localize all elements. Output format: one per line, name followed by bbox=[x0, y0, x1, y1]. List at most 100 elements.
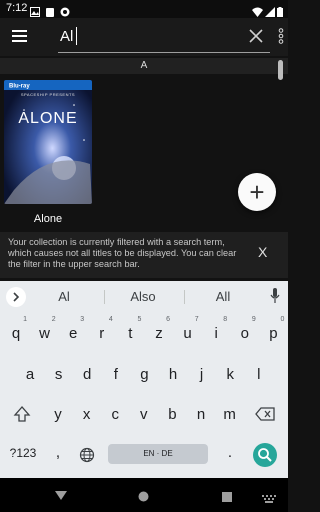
key-label: b bbox=[168, 406, 177, 423]
sync-icon bbox=[60, 4, 70, 17]
key-n[interactable]: n bbox=[187, 406, 215, 423]
key-label: j bbox=[199, 366, 204, 383]
key-j[interactable]: j bbox=[188, 366, 216, 383]
key-g[interactable]: g bbox=[130, 366, 158, 383]
key-x[interactable]: x bbox=[73, 406, 101, 423]
key-s[interactable]: s bbox=[45, 366, 73, 383]
key-label: c bbox=[111, 406, 119, 423]
search-enter-key[interactable] bbox=[253, 443, 277, 467]
suggestion-divider bbox=[104, 290, 105, 304]
menu-icon[interactable] bbox=[12, 29, 28, 43]
wifi-icon bbox=[252, 4, 263, 17]
key-label: h bbox=[168, 366, 178, 383]
key-z[interactable]: z6 bbox=[145, 316, 173, 342]
clear-search-icon[interactable] bbox=[249, 29, 263, 43]
add-movie-button[interactable]: + bbox=[238, 173, 276, 211]
key-label: t bbox=[128, 325, 133, 342]
key-o[interactable]: o9 bbox=[231, 316, 259, 342]
text-cursor bbox=[76, 27, 77, 45]
comma-key[interactable]: , bbox=[50, 444, 66, 461]
scrollbar[interactable] bbox=[278, 60, 283, 80]
key-e[interactable]: e3 bbox=[59, 316, 87, 342]
key-label: e bbox=[69, 325, 78, 342]
suggestion-1[interactable]: Al bbox=[34, 289, 94, 304]
key-label: f bbox=[113, 366, 118, 383]
suggestion-2[interactable]: Also bbox=[113, 289, 173, 304]
key-number-hint: 4 bbox=[108, 316, 113, 323]
key-label: n bbox=[196, 406, 206, 423]
key-a[interactable]: a bbox=[16, 366, 44, 383]
shift-icon[interactable] bbox=[12, 404, 32, 424]
svg-text:Blu-ray: Blu-ray bbox=[9, 84, 30, 90]
symbols-key[interactable]: ?123 bbox=[6, 446, 40, 460]
key-number-hint: 1 bbox=[23, 316, 27, 323]
key-k[interactable]: k bbox=[216, 366, 244, 383]
key-label: k bbox=[226, 366, 234, 383]
key-b[interactable]: b bbox=[158, 406, 186, 423]
key-number-hint: 8 bbox=[223, 316, 228, 323]
key-label: l bbox=[257, 366, 261, 383]
key-number-hint: 3 bbox=[80, 316, 85, 323]
key-label: i bbox=[214, 325, 218, 342]
key-q[interactable]: q1 bbox=[2, 316, 30, 342]
keyboard-switch-icon[interactable] bbox=[262, 490, 276, 503]
key-label: r bbox=[99, 325, 105, 342]
search-input[interactable]: Al bbox=[60, 28, 73, 45]
key-t[interactable]: t5 bbox=[116, 316, 144, 342]
suggestion-divider bbox=[184, 290, 185, 304]
language-globe-icon[interactable] bbox=[79, 447, 95, 463]
key-label: u bbox=[183, 325, 192, 342]
key-label: v bbox=[140, 406, 148, 423]
home-icon[interactable] bbox=[138, 489, 149, 502]
key-y[interactable]: y bbox=[44, 406, 72, 423]
suggestions-expand-button[interactable] bbox=[6, 287, 26, 307]
storage-icon bbox=[45, 4, 55, 17]
key-label: d bbox=[83, 366, 92, 383]
key-number-hint: 5 bbox=[137, 316, 142, 323]
key-label: g bbox=[140, 366, 149, 383]
key-label: x bbox=[82, 406, 91, 423]
period-key[interactable]: . bbox=[222, 444, 238, 461]
key-m[interactable]: m bbox=[216, 406, 244, 423]
key-l[interactable]: l bbox=[245, 366, 273, 383]
key-number-hint: 2 bbox=[51, 316, 56, 323]
key-label: a bbox=[25, 366, 35, 383]
suggestion-3[interactable]: All bbox=[193, 289, 253, 304]
key-number-hint: 9 bbox=[251, 316, 256, 323]
recents-icon[interactable] bbox=[222, 489, 232, 502]
key-p[interactable]: p0 bbox=[259, 316, 287, 342]
key-f[interactable]: f bbox=[102, 366, 130, 383]
key-label: p bbox=[269, 325, 278, 342]
cover-title: ALONE bbox=[18, 110, 78, 127]
key-label: q bbox=[11, 325, 21, 342]
snackbar-dismiss-button[interactable]: X bbox=[258, 244, 267, 260]
key-number-hint: 7 bbox=[194, 316, 199, 323]
key-r[interactable]: r4 bbox=[88, 316, 116, 342]
gallery-icon bbox=[30, 4, 40, 17]
cover-studio: SPACESHIP PRESENTS bbox=[20, 92, 76, 97]
space-bar[interactable]: EN · DE bbox=[108, 444, 208, 464]
key-h[interactable]: h bbox=[159, 366, 187, 383]
backspace-icon[interactable] bbox=[255, 407, 275, 421]
status-time: 7:12 bbox=[6, 2, 28, 14]
section-letter: A bbox=[140, 60, 148, 71]
plus-icon: + bbox=[249, 177, 265, 207]
key-label: y bbox=[54, 406, 62, 423]
key-w[interactable]: w2 bbox=[31, 316, 59, 342]
key-number-hint: 6 bbox=[166, 316, 170, 323]
key-c[interactable]: c bbox=[101, 406, 129, 423]
key-d[interactable]: d bbox=[73, 366, 101, 383]
key-label: s bbox=[54, 366, 63, 383]
key-v[interactable]: v bbox=[130, 406, 158, 423]
key-label: m bbox=[223, 406, 236, 423]
status-bar bbox=[0, 0, 288, 18]
key-u[interactable]: u7 bbox=[174, 316, 202, 342]
microphone-icon[interactable] bbox=[270, 288, 280, 304]
back-icon[interactable] bbox=[55, 488, 67, 500]
movie-title: Alone bbox=[33, 213, 63, 225]
search-icon bbox=[258, 448, 272, 462]
key-i[interactable]: i8 bbox=[202, 316, 230, 342]
more-options-icon[interactable] bbox=[278, 28, 284, 44]
signal-icon bbox=[265, 4, 275, 17]
movie-cover[interactable]: Blu-ray SPACESHIP PRESENTS ALONE bbox=[4, 80, 92, 204]
